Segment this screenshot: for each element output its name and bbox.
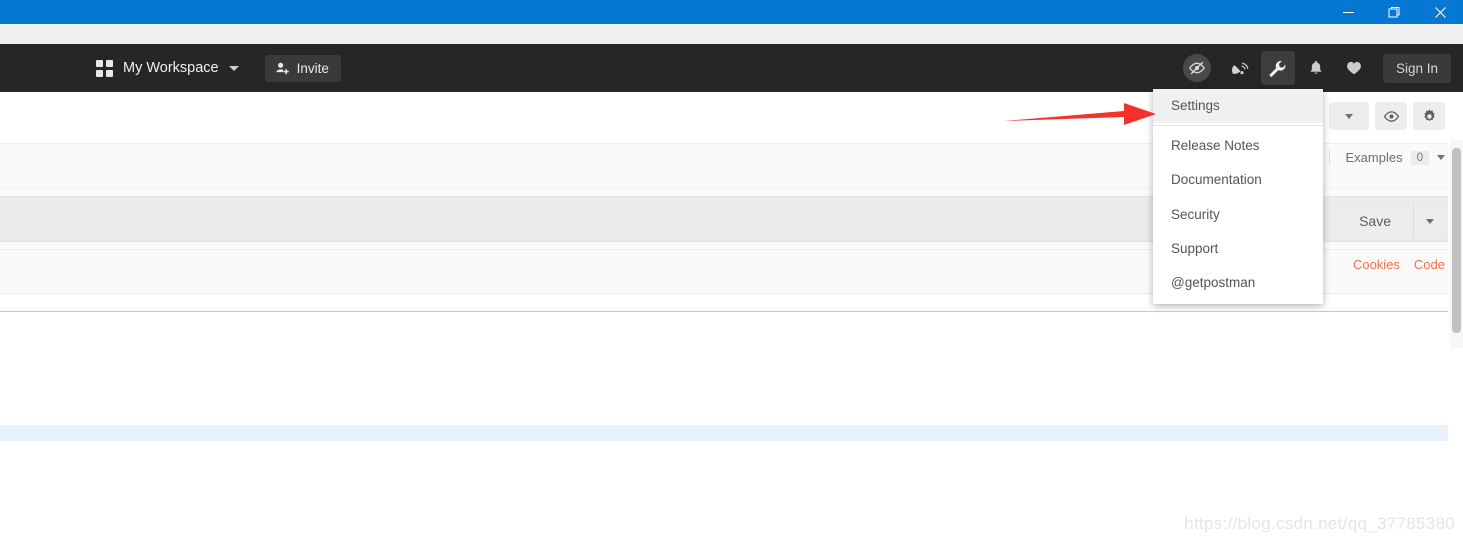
window-titlebar <box>0 0 1463 24</box>
settings-gear-button[interactable] <box>1413 102 1445 130</box>
watermark-text: https://blog.csdn.net/qq_37785380 <box>1184 514 1455 533</box>
invite-button-label: Invite <box>296 60 329 76</box>
navbar-right-group: Sign In <box>1182 51 1451 85</box>
save-button[interactable]: Save <box>1337 204 1413 238</box>
restore-icon <box>1388 6 1399 17</box>
settings-dropdown-menu: Settings Release Notes Documentation Sec… <box>1153 89 1323 305</box>
heart-icon[interactable] <box>1337 51 1371 85</box>
navbar-left-group: My Workspace Invite <box>96 54 341 82</box>
eye-icon <box>1383 110 1399 122</box>
scrollbar-thumb[interactable] <box>1452 148 1461 333</box>
eye-slash-avatar-icon[interactable] <box>1182 54 1211 82</box>
save-split-button: Save <box>1337 204 1445 238</box>
titlebar-gap-strip <box>0 24 1463 44</box>
menu-item-release-notes[interactable]: Release Notes <box>1153 129 1323 163</box>
examples-label: Examples <box>1345 150 1403 165</box>
response-highlight-band <box>0 425 1448 441</box>
environment-preview-button[interactable] <box>1375 102 1407 130</box>
satellite-dish-icon[interactable] <box>1223 51 1257 85</box>
menu-item-security[interactable]: Security <box>1153 198 1323 232</box>
toolbar-row-links: Cookies Code <box>1353 257 1445 272</box>
toolbar-row-examples: Examples 0 <box>1328 150 1445 165</box>
environment-dropdown-button[interactable] <box>1329 102 1369 130</box>
minimize-button[interactable] <box>1325 0 1371 24</box>
links-group: Cookies Code <box>1353 257 1445 272</box>
examples-control[interactable]: Examples 0 <box>1328 150 1445 165</box>
grid-apps-icon[interactable] <box>96 59 113 77</box>
gear-icon <box>1423 108 1435 121</box>
person-add-icon <box>275 62 289 74</box>
menu-item-documentation[interactable]: Documentation <box>1153 163 1323 197</box>
toolbar-row-view-controls <box>1329 102 1445 130</box>
menu-item-support[interactable]: Support <box>1153 232 1323 266</box>
bell-icon[interactable] <box>1299 51 1333 85</box>
menu-separator <box>1153 125 1323 127</box>
annotation-arrow-icon <box>1004 103 1156 125</box>
workspace-name-label[interactable]: My Workspace <box>123 60 219 76</box>
examples-count-badge: 0 <box>1410 150 1429 165</box>
menu-item-getpostman[interactable]: @getpostman <box>1153 266 1323 300</box>
close-icon <box>1434 6 1446 18</box>
minimize-icon <box>1342 11 1354 13</box>
app-navbar: My Workspace Invite Sign In <box>0 44 1463 92</box>
cookies-link[interactable]: Cookies <box>1353 257 1400 272</box>
signin-button[interactable]: Sign In <box>1382 53 1451 83</box>
close-button[interactable] <box>1417 0 1463 24</box>
chevron-down-icon <box>1437 155 1445 160</box>
code-link[interactable]: Code <box>1414 257 1445 272</box>
invite-button[interactable]: Invite <box>264 54 341 82</box>
wrench-icon[interactable] <box>1260 51 1295 85</box>
menu-item-settings[interactable]: Settings <box>1153 89 1323 124</box>
app-window: My Workspace Invite Sign In Examples 0 S… <box>0 0 1463 542</box>
chevron-down-icon <box>1345 113 1353 119</box>
chevron-down-icon[interactable] <box>228 65 239 71</box>
restore-button[interactable] <box>1371 0 1417 24</box>
save-options-button[interactable] <box>1413 204 1445 238</box>
chevron-down-icon <box>1425 218 1434 224</box>
